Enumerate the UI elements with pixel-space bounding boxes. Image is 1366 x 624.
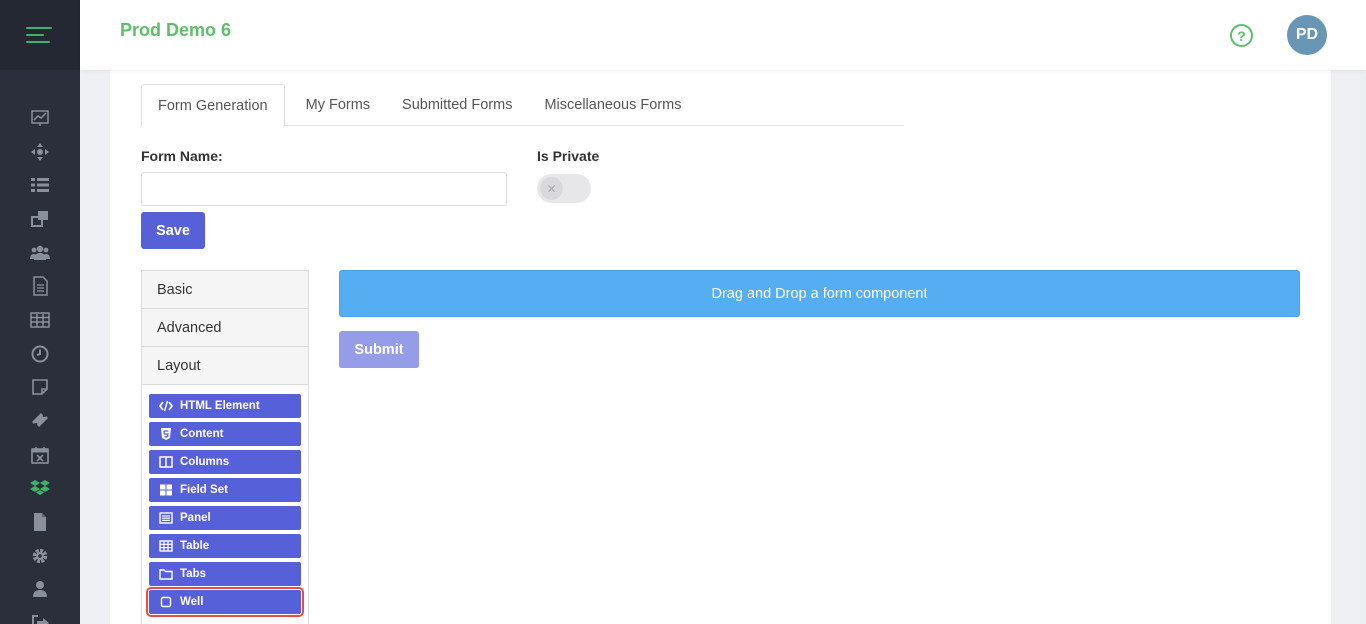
nav-item-windows[interactable]	[0, 202, 80, 236]
avatar[interactable]: PD	[1287, 15, 1327, 55]
group-basic[interactable]: Basic	[141, 270, 309, 309]
sidebar	[0, 0, 80, 624]
group-layout[interactable]: Layout	[141, 346, 309, 385]
dropbox-icon	[30, 480, 50, 496]
form-builder-card: Form Generation My Forms Submitted Forms…	[110, 70, 1331, 624]
app-title: Prod Demo 6	[120, 20, 232, 40]
html5-icon	[158, 427, 174, 441]
windows-icon	[31, 210, 48, 227]
list-alt-icon	[158, 511, 174, 525]
calendar-x-icon	[31, 446, 49, 464]
list-icon	[31, 178, 49, 193]
users-icon	[30, 245, 50, 260]
form-name-input[interactable]	[141, 172, 507, 206]
square-icon	[158, 595, 174, 609]
top-header: Prod Demo 6 ? PD	[80, 0, 1366, 70]
nav-item-list[interactable]	[0, 168, 80, 202]
nav-item-notes[interactable]	[0, 371, 80, 405]
nav-item-table[interactable]	[0, 303, 80, 337]
component-label: Table	[180, 540, 210, 552]
submit-button[interactable]: Submit	[339, 331, 419, 368]
table-grid-icon	[30, 312, 50, 328]
nav-item-logout[interactable]	[0, 606, 80, 624]
nav-item-document[interactable]	[0, 269, 80, 303]
gear-icon	[32, 548, 48, 564]
component-label: Content	[180, 428, 224, 440]
form-dropzone[interactable]: Drag and Drop a form component	[339, 270, 1300, 317]
sidebar-nav	[0, 101, 80, 624]
tab-my-forms[interactable]: My Forms	[285, 84, 386, 126]
tab-miscellaneous-forms[interactable]: Miscellaneous Forms	[528, 84, 697, 126]
arrows-move-icon	[31, 142, 49, 161]
tab-submitted-forms[interactable]: Submitted Forms	[386, 84, 528, 126]
component-html-element[interactable]: HTML Element	[149, 394, 301, 418]
save-button[interactable]: Save	[141, 212, 205, 249]
table-icon	[158, 539, 174, 553]
is-private-toggle[interactable]: ✕	[537, 174, 591, 203]
nav-item-forms[interactable]	[0, 472, 80, 506]
help-icon[interactable]: ?	[1230, 24, 1253, 47]
nav-item-settings[interactable]	[0, 539, 80, 573]
code-icon	[158, 399, 174, 413]
component-well[interactable]: Well	[146, 587, 304, 617]
component-label: HTML Element	[180, 400, 260, 412]
menu-icon[interactable]	[26, 27, 54, 43]
chart-line-icon	[31, 110, 49, 126]
nav-item-users[interactable]	[0, 236, 80, 270]
component-label: Well	[180, 596, 204, 608]
columns-icon	[158, 455, 174, 469]
component-tabs[interactable]: Tabs	[149, 562, 301, 586]
component-label: Panel	[180, 512, 211, 524]
nav-item-move[interactable]	[0, 135, 80, 169]
component-columns[interactable]: Columns	[149, 450, 301, 474]
form-name-label: Form Name:	[141, 148, 223, 164]
nav-item-calendar[interactable]	[0, 438, 80, 472]
sign-out-icon	[32, 615, 49, 624]
page-scrollbar[interactable]	[1360, 0, 1366, 624]
component-panel[interactable]: Panel	[149, 506, 301, 530]
nav-item-dashboard[interactable]	[0, 101, 80, 135]
component-palette: Basic Advanced Layout HTML Element Conte…	[141, 270, 309, 624]
nav-item-files[interactable]	[0, 505, 80, 539]
th-large-icon	[158, 483, 174, 497]
is-private-label: Is Private	[537, 148, 600, 164]
user-icon	[33, 581, 47, 598]
sidebar-toggle[interactable]	[0, 0, 80, 70]
component-label: Field Set	[180, 484, 228, 496]
nav-item-tickets[interactable]	[0, 404, 80, 438]
component-field-set[interactable]: Field Set	[149, 478, 301, 502]
ticket-icon	[32, 413, 48, 428]
nav-item-profile[interactable]	[0, 573, 80, 607]
layout-components: HTML Element Content Columns Field Set P…	[141, 385, 309, 624]
component-table[interactable]: Table	[149, 534, 301, 558]
component-label: Tabs	[180, 568, 206, 580]
component-content[interactable]: Content	[149, 422, 301, 446]
sticky-note-icon	[32, 379, 48, 396]
document-icon	[33, 276, 48, 297]
close-icon: ✕	[540, 177, 563, 200]
tab-form-generation[interactable]: Form Generation	[141, 84, 285, 127]
folder-icon	[158, 567, 174, 581]
component-label: Columns	[180, 456, 230, 468]
file-icon	[34, 513, 46, 532]
tab-bar: Form Generation My Forms Submitted Forms…	[141, 84, 904, 127]
group-advanced[interactable]: Advanced	[141, 308, 309, 347]
nav-item-clock[interactable]	[0, 337, 80, 371]
clock-icon	[31, 345, 49, 363]
